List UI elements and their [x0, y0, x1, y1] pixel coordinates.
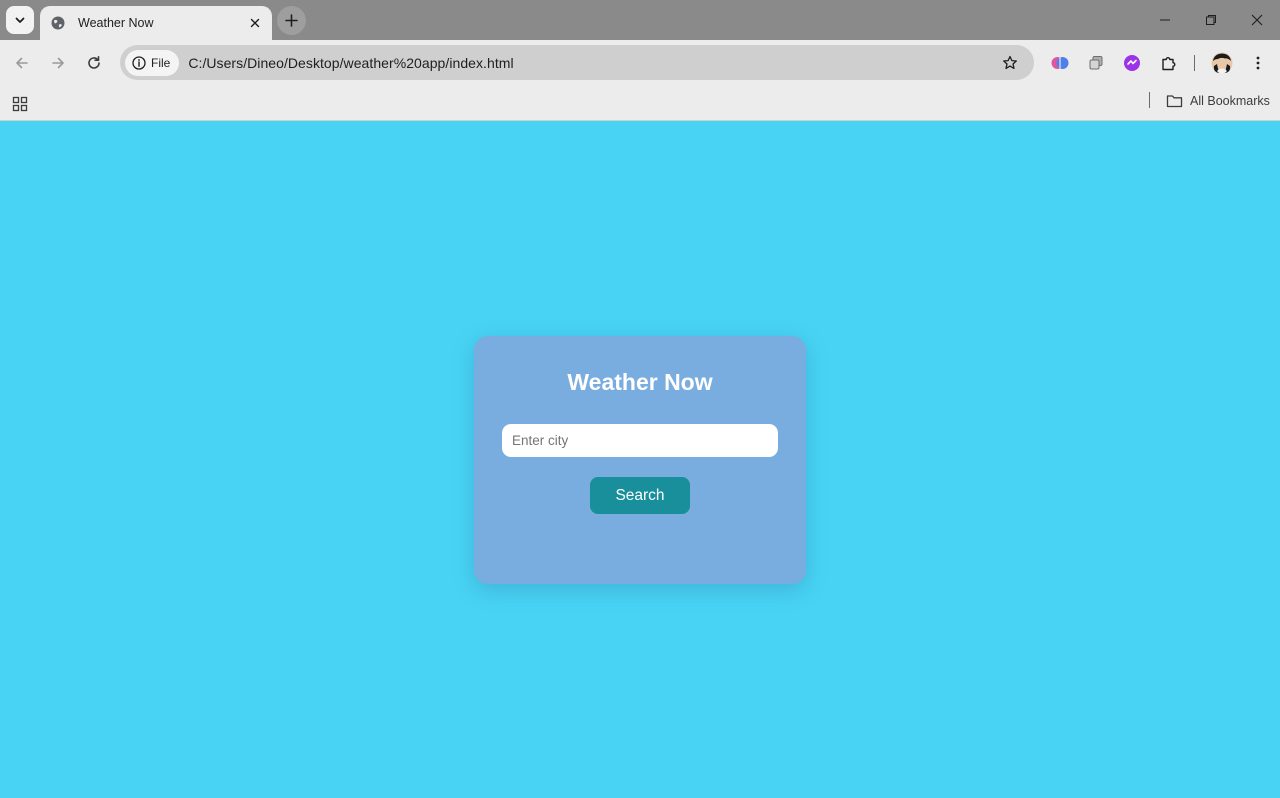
- city-search-input[interactable]: [502, 424, 778, 457]
- globe-icon: [50, 15, 66, 31]
- page-title: Weather Now: [567, 369, 713, 395]
- close-icon[interactable]: [246, 14, 264, 32]
- page-viewport: Weather Now Search: [0, 121, 1280, 798]
- tab-strip: Weather Now: [0, 0, 1280, 40]
- browser-toolbar: File C:/Users/Dineo/Desktop/weather%20ap…: [0, 40, 1280, 86]
- reload-icon: [88, 56, 100, 69]
- toolbar-divider: [1194, 55, 1195, 71]
- forward-arrow-icon: [52, 57, 64, 69]
- url-text[interactable]: C:/Users/Dineo/Desktop/weather%20app/ind…: [188, 55, 513, 71]
- close-window-button[interactable]: [1234, 0, 1280, 40]
- puzzle-icon: [1162, 57, 1176, 71]
- profile-avatar-icon: [1211, 52, 1233, 74]
- brain-extension-icon: [1051, 57, 1069, 69]
- extension-button-2[interactable]: [1084, 51, 1108, 75]
- apps-button[interactable]: [10, 94, 30, 114]
- browser-menu-button[interactable]: [1246, 51, 1270, 75]
- bookmarks-bar: All Bookmarks: [0, 86, 1280, 121]
- extensions-button[interactable]: [1157, 51, 1181, 75]
- back-button[interactable]: [8, 49, 36, 77]
- restore-button[interactable]: [1188, 0, 1234, 40]
- bookmark-star-button[interactable]: [998, 51, 1022, 75]
- tab-weather-now[interactable]: Weather Now: [40, 6, 272, 40]
- extension-button-1[interactable]: [1048, 51, 1072, 75]
- kebab-menu-icon: [1256, 56, 1260, 70]
- close-icon: [1251, 14, 1263, 26]
- minimize-icon: [1160, 19, 1170, 21]
- bookmarks-divider: [1149, 92, 1150, 108]
- chevron-down-icon: [15, 17, 25, 23]
- plus-icon: [285, 14, 298, 27]
- search-button[interactable]: Search: [590, 477, 690, 514]
- chat-extension-icon: [1124, 55, 1140, 71]
- stack-extension-icon: [1089, 56, 1103, 70]
- restore-icon: [1206, 15, 1216, 25]
- tab-title: Weather Now: [78, 16, 154, 30]
- all-bookmarks-label: All Bookmarks: [1190, 94, 1270, 108]
- minimize-button[interactable]: [1142, 0, 1188, 40]
- star-icon: [1003, 55, 1017, 70]
- forward-button[interactable]: [44, 49, 72, 77]
- reload-button[interactable]: [80, 49, 108, 77]
- window-controls: [1142, 0, 1280, 40]
- tab-search-button[interactable]: [6, 6, 34, 34]
- site-info-chip[interactable]: File: [125, 49, 180, 76]
- new-tab-button[interactable]: [277, 6, 306, 35]
- apps-grid-icon: [12, 96, 28, 112]
- address-bar[interactable]: File C:/Users/Dineo/Desktop/weather%20ap…: [120, 45, 1034, 80]
- all-bookmarks-button[interactable]: All Bookmarks: [1166, 91, 1270, 111]
- folder-icon: [1166, 95, 1183, 108]
- info-icon: [132, 55, 146, 70]
- extension-button-3[interactable]: [1120, 51, 1144, 75]
- weather-card: Weather Now Search: [474, 336, 806, 584]
- site-chip-label: File: [151, 55, 171, 70]
- avatar[interactable]: [1210, 51, 1234, 75]
- back-arrow-icon: [16, 57, 28, 69]
